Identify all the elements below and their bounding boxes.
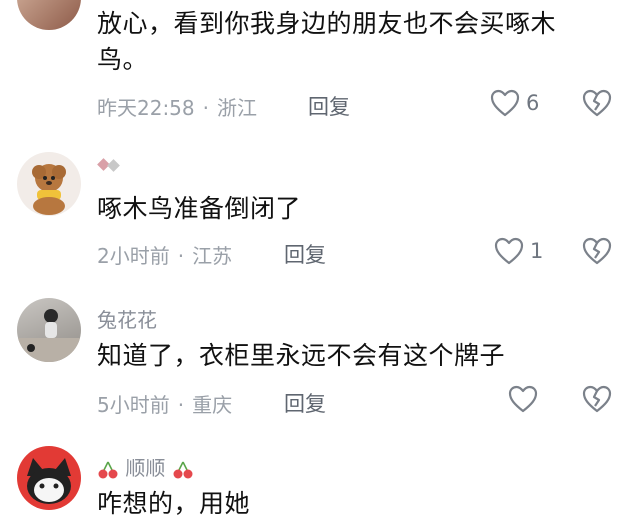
username[interactable]: 兔花花 [97, 304, 157, 333]
heart-outline-icon [508, 385, 538, 413]
comment-time: 昨天22:58 [97, 96, 195, 120]
broken-heart-icon[interactable] [582, 384, 612, 414]
reply-button[interactable]: 回复 [308, 91, 350, 121]
separator-dot: · [177, 393, 185, 417]
like-count: 1 [530, 239, 544, 263]
cherry-icon [173, 461, 193, 478]
like-button[interactable]: 1 [494, 236, 543, 266]
avatar[interactable] [17, 298, 81, 362]
comment-meta: 5小时前 · 重庆 [97, 389, 232, 418]
comment-time: 2小时前 [97, 244, 170, 268]
avatar[interactable] [17, 0, 81, 30]
like-count: 6 [526, 91, 540, 115]
separator-dot: · [202, 96, 209, 120]
comment-location: 江苏 [192, 244, 233, 268]
cat-avatar-image [27, 458, 71, 504]
like-button[interactable] [508, 384, 544, 414]
heart-outline-icon [494, 237, 524, 265]
username-row: 顺顺 [97, 452, 194, 481]
reply-button[interactable]: 回复 [284, 239, 326, 269]
comment-meta: 昨天22:58 · 浙江 [97, 92, 257, 121]
comment-text: 放心，看到你我身边的朋友也不会买啄木鸟。 [97, 9, 557, 74]
reply-button[interactable]: 回复 [284, 388, 326, 418]
separator-dot: · [177, 244, 185, 268]
avatar[interactable] [17, 446, 81, 510]
poodle-avatar-image [32, 164, 66, 215]
cherry-icon [98, 461, 118, 478]
comment-text: 知道了，衣柜里永远不会有这个牌子 [97, 341, 506, 370]
comment-text: 咋想的，用她 [97, 489, 251, 518]
ribbon-icon [97, 158, 120, 172]
comment-location: 浙江 [217, 96, 257, 120]
broken-heart-icon[interactable] [582, 236, 612, 266]
comment-meta: 2小时前 · 江苏 [97, 240, 232, 269]
heart-outline-icon [490, 89, 520, 117]
comment-time: 5小时前 [97, 393, 170, 417]
broken-heart-icon[interactable] [582, 88, 612, 118]
user-photo-avatar-image [17, 309, 81, 362]
username[interactable]: 顺顺 [125, 456, 165, 480]
comment-text: 啄木鸟准备倒闭了 [97, 194, 302, 223]
comment-location: 重庆 [192, 393, 233, 417]
avatar[interactable] [17, 152, 81, 216]
like-button[interactable]: 6 [490, 88, 539, 118]
